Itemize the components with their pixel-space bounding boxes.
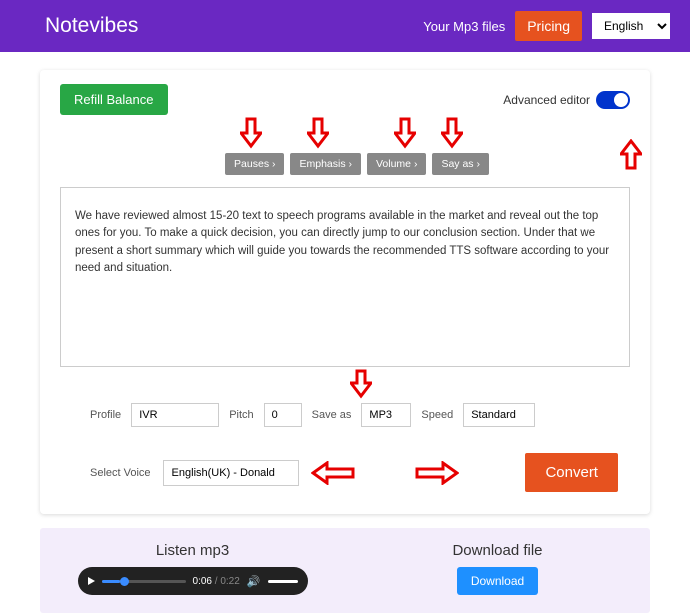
- advanced-editor-toggle[interactable]: [596, 91, 630, 109]
- progress-bar[interactable]: [102, 580, 186, 583]
- convert-button[interactable]: Convert: [525, 453, 618, 492]
- app-header: Notevibes Your Mp3 files Pricing English: [0, 0, 690, 52]
- arrow-down-icon: [441, 117, 463, 149]
- language-select[interactable]: English: [592, 13, 670, 39]
- download-button[interactable]: Download: [457, 567, 538, 595]
- sayas-button[interactable]: Say as ›: [432, 153, 489, 175]
- profile-label: Profile: [90, 409, 121, 421]
- profile-input[interactable]: [131, 403, 219, 427]
- speed-input[interactable]: [463, 403, 535, 427]
- download-title: Download file: [345, 542, 650, 559]
- volume-button[interactable]: Volume ›: [367, 153, 426, 175]
- saveas-input[interactable]: [361, 403, 411, 427]
- refill-balance-button[interactable]: Refill Balance: [60, 84, 168, 115]
- pauses-button[interactable]: Pauses ›: [225, 153, 284, 175]
- arrow-down-icon: [394, 117, 416, 149]
- volume-icon[interactable]: 🔊: [247, 575, 261, 588]
- mp3-files-link[interactable]: Your Mp3 files: [423, 19, 505, 34]
- select-voice-input[interactable]: [163, 460, 299, 486]
- arrow-down-icon: [240, 117, 262, 149]
- audio-player[interactable]: 0:06 / 0:22 🔊: [78, 567, 308, 595]
- saveas-label: Save as: [312, 409, 352, 421]
- pitch-label: Pitch: [229, 409, 253, 421]
- arrow-up-icon: [620, 139, 642, 171]
- brand-title: Notevibes: [45, 14, 423, 38]
- arrow-down-icon: [350, 369, 372, 399]
- annotation-arrows-top: [60, 117, 630, 149]
- volume-bar[interactable]: [268, 580, 298, 583]
- emphasis-button[interactable]: Emphasis ›: [290, 153, 361, 175]
- arrow-right-icon: [415, 461, 459, 485]
- advanced-editor-label: Advanced editor: [503, 93, 590, 107]
- arrow-down-icon: [307, 117, 329, 149]
- play-icon[interactable]: [88, 577, 95, 585]
- annotation-arrow-pitch: [60, 369, 630, 399]
- bottom-panel: Listen mp3 0:06 / 0:22 🔊 Download file D…: [40, 528, 650, 613]
- editor-card: Refill Balance Advanced editor Pauses › …: [40, 70, 650, 514]
- player-time: 0:06 / 0:22: [193, 576, 240, 587]
- pricing-button[interactable]: Pricing: [515, 11, 582, 41]
- select-voice-label: Select Voice: [90, 467, 151, 479]
- pitch-input[interactable]: [264, 403, 302, 427]
- text-editor[interactable]: We have reviewed almost 15-20 text to sp…: [60, 187, 630, 367]
- arrow-left-icon: [311, 461, 355, 485]
- speed-label: Speed: [421, 409, 453, 421]
- listen-title: Listen mp3: [40, 542, 345, 559]
